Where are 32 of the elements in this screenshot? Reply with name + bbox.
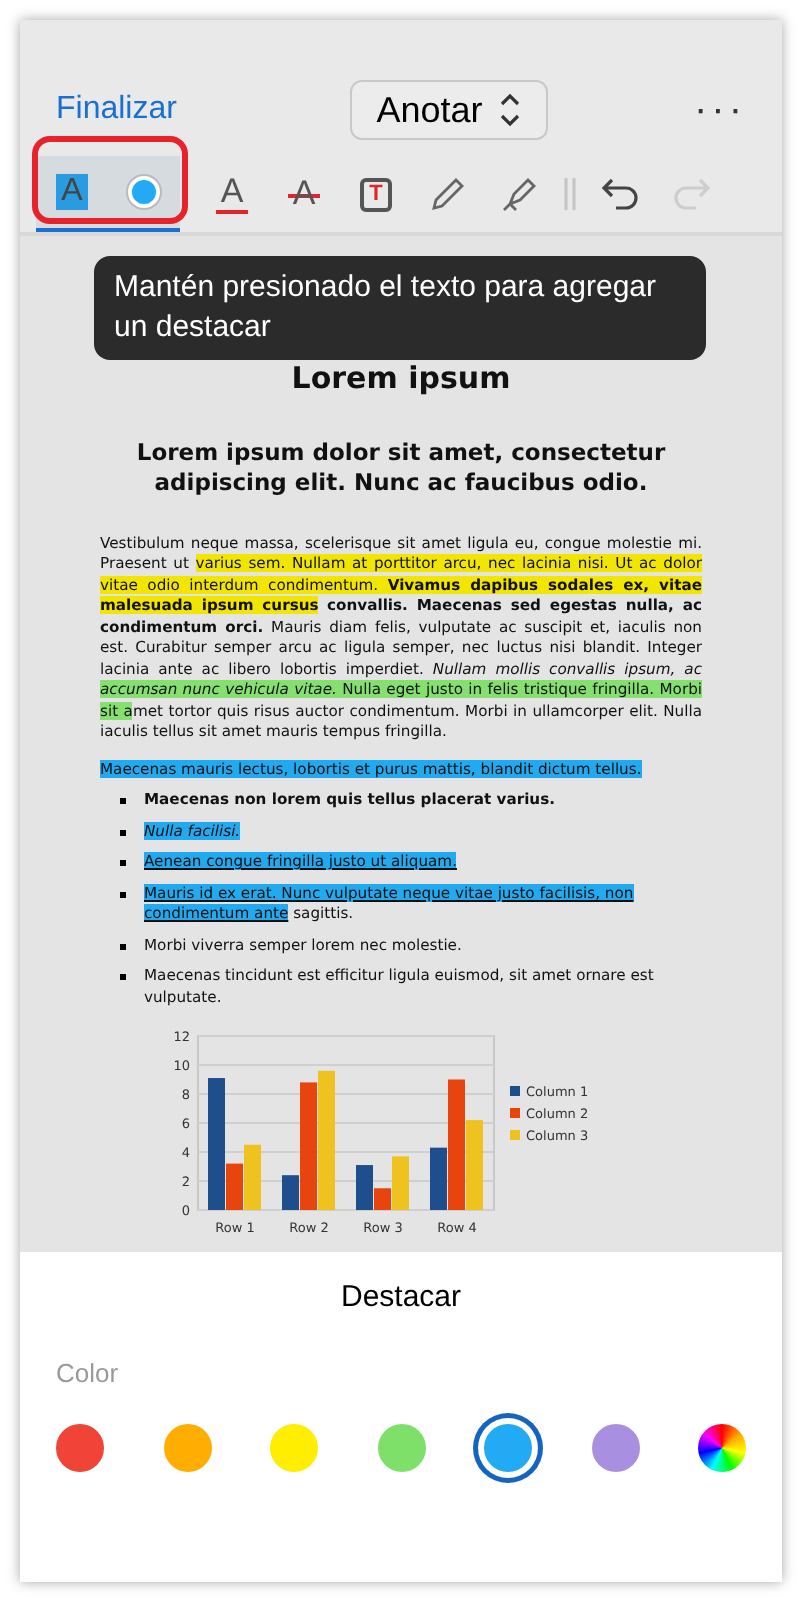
document-subtitle: Lorem ipsum dolor sit amet, consectetur adipiscing elit. Nunc ac faucibus odio. — [134, 437, 668, 497]
more-menu[interactable]: ··· — [694, 80, 746, 140]
bar — [244, 1144, 261, 1210]
color-swatch[interactable] — [56, 1424, 104, 1472]
tooltip: Mantén presionado el texto para agregar un destacar — [94, 256, 706, 360]
highlight-tool[interactable]: A — [36, 156, 108, 232]
color-swatch[interactable] — [484, 1424, 532, 1472]
bullet-icon — [120, 860, 126, 866]
color-swatch[interactable] — [591, 1424, 639, 1472]
bullet-icon — [120, 829, 126, 835]
bullet-icon — [120, 891, 126, 897]
color-swatch[interactable] — [377, 1424, 425, 1472]
mode-selector[interactable]: Anotar — [350, 80, 549, 140]
legend-swatch — [510, 1130, 520, 1140]
chevron-updown-icon — [498, 92, 523, 128]
done-link[interactable]: Finalizar — [56, 86, 177, 134]
legend-swatch — [510, 1086, 520, 1096]
section-label: Color — [56, 1355, 121, 1391]
bullet-icon — [120, 798, 126, 804]
color-picker-swatch[interactable] — [698, 1424, 746, 1472]
bar — [318, 1070, 335, 1210]
color-tool[interactable] — [108, 156, 180, 232]
legend-swatch — [510, 1108, 520, 1118]
color-swatch[interactable] — [270, 1424, 318, 1472]
grip-icon — [562, 174, 578, 214]
text-color-tool[interactable]: A — [196, 156, 268, 232]
bullet-icon — [120, 943, 126, 949]
color-swatch[interactable] — [163, 1424, 211, 1472]
sheet-title: Destacar — [338, 1278, 464, 1318]
textbox-tool[interactable]: T — [340, 156, 412, 232]
bullet-icon — [120, 974, 126, 980]
document-title: Lorem ipsum — [289, 358, 513, 400]
